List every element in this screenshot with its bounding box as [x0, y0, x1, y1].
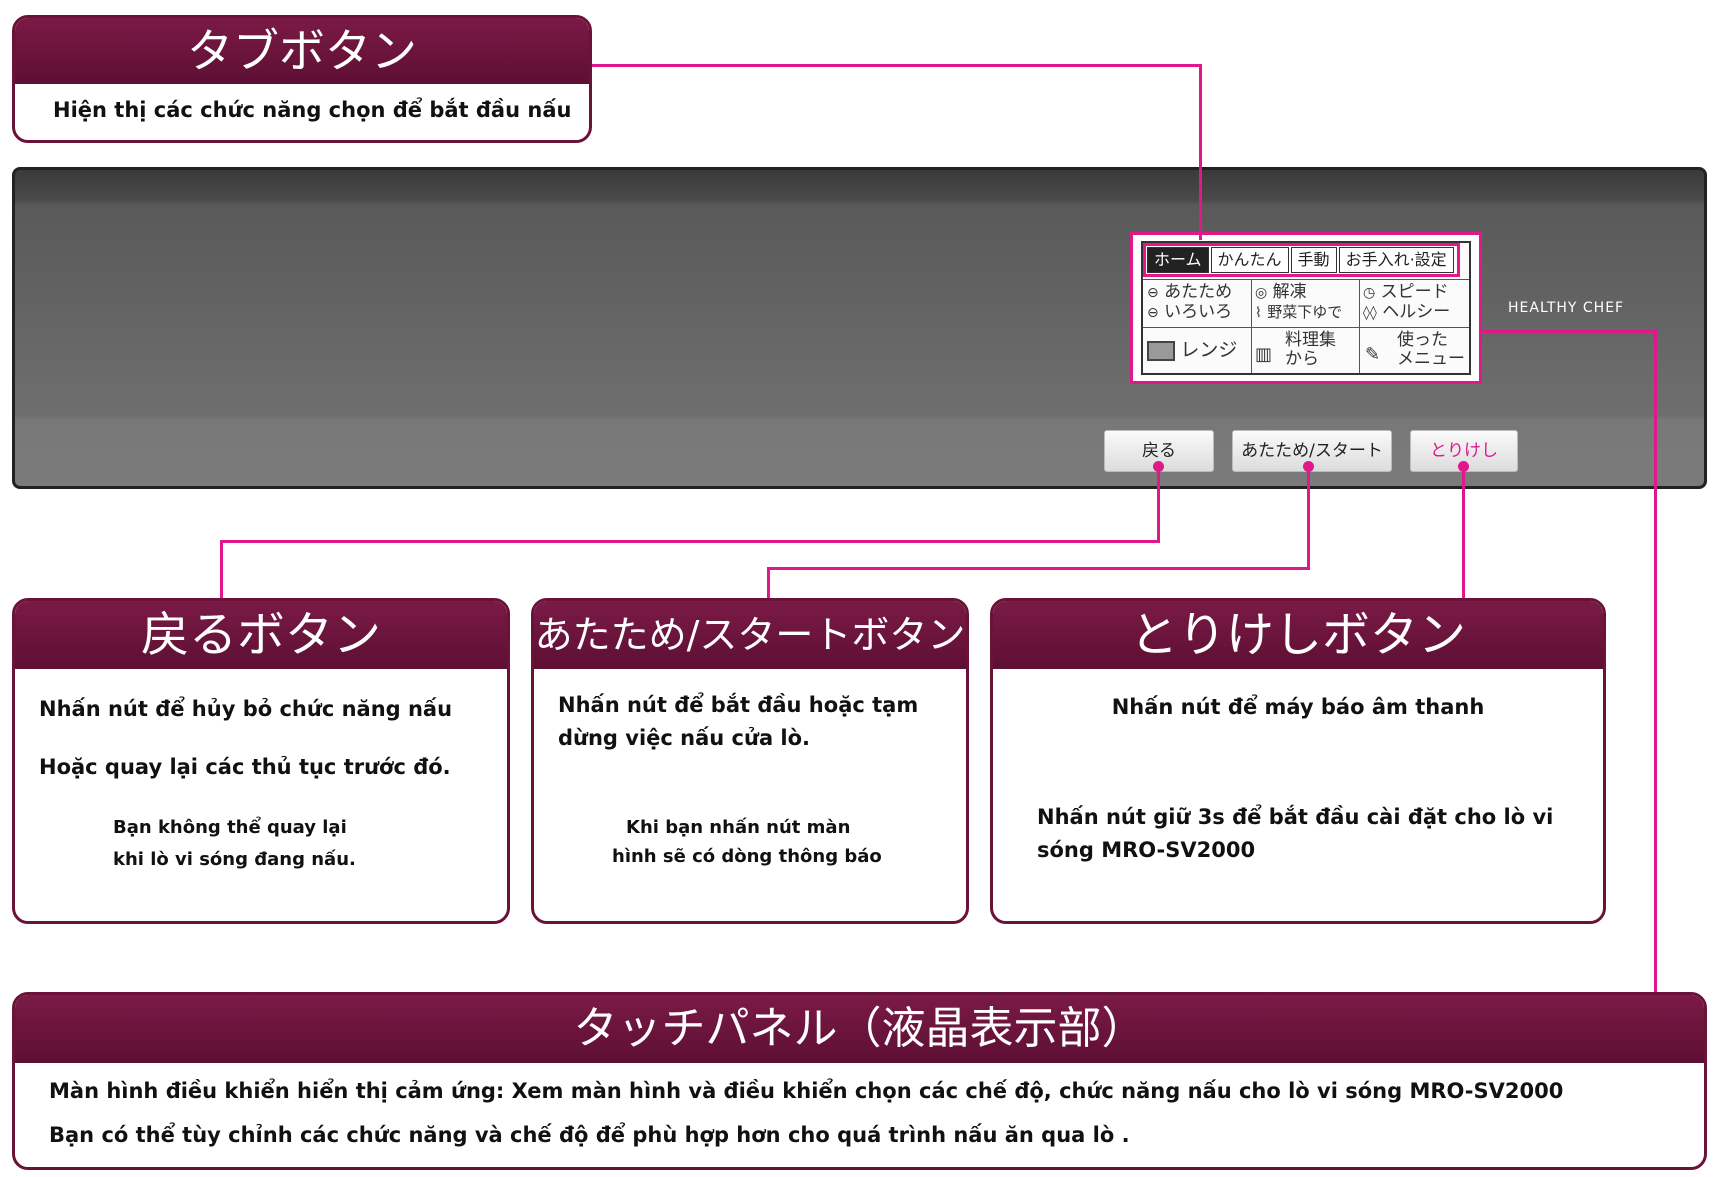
- connector-line: [1199, 64, 1202, 240]
- connector-line: [767, 567, 1310, 570]
- menu-used-label-1: 使った: [1397, 330, 1448, 350]
- menu-recipe-label-2: から: [1285, 349, 1319, 369]
- tab-easy[interactable]: かんたん: [1210, 247, 1289, 273]
- start-button-callout: あたため/スタートボタン Nhấn nút để bắt đầu hoặc tạ…: [531, 598, 969, 924]
- cancel-button-title: とりけしボタン: [993, 601, 1603, 669]
- vegetable-icon: ⌇: [1255, 305, 1262, 321]
- connector-line: [220, 540, 223, 598]
- start-button-note-2: hình sẽ có dòng thông báo: [612, 846, 882, 867]
- grid-divider: [1251, 279, 1252, 373]
- start-button-note-1: Khi bạn nhấn nút màn: [626, 817, 851, 838]
- menu-warm-label-2: いろいろ: [1164, 302, 1233, 322]
- menu-range[interactable]: レンジ: [1147, 341, 1249, 361]
- menu-speed-label: スピード: [1380, 282, 1449, 302]
- cancel-button-callout: とりけしボタン Nhấn nút để máy báo âm thanh Nhấ…: [990, 598, 1606, 924]
- connector-line: [1157, 466, 1160, 542]
- touch-panel-title: タッチパネル（液晶表示部）: [15, 995, 1704, 1063]
- connector-line: [1307, 466, 1310, 569]
- meat-icon: ◎: [1255, 285, 1268, 301]
- tab-bar: ホーム かんたん 手動 お手入れ·設定: [1143, 243, 1460, 277]
- menu-defrost-label-2: 野菜下ゆで: [1267, 303, 1343, 321]
- brand-label: HEALTHY CHEF: [1508, 300, 1625, 316]
- back-button-title: 戻るボタン: [15, 601, 507, 669]
- grid-divider: [1143, 279, 1469, 280]
- start-button-text-2: dừng việc nấu cửa lò.: [558, 726, 811, 750]
- tab-button-callout: タブボタン Hiện thị các chức năng chọn để bắt…: [12, 15, 592, 143]
- cancel-button-text-1: Nhấn nút để máy báo âm thanh: [1111, 695, 1485, 719]
- menu-healthy-label: ヘルシー: [1382, 302, 1451, 322]
- connector-line: [1462, 466, 1465, 598]
- menu-defrost-label-1: 解凍: [1272, 282, 1307, 302]
- pot-icon: ⊖: [1147, 285, 1159, 301]
- grid-divider: [1143, 327, 1469, 328]
- bowl-icon: ⊖: [1147, 305, 1159, 321]
- touch-panel-text-1: Màn hình điều khiển hiển thị cảm ứng: Xe…: [49, 1079, 1564, 1103]
- menu-recipe-label-1: 料理集: [1285, 330, 1336, 350]
- touch-panel-screen[interactable]: ホーム かんたん 手動 お手入れ·設定 ⊖ あたため ⊖ いろいろ ◎ 解凍 ⌇…: [1130, 232, 1482, 384]
- menu-range-label: レンジ: [1180, 339, 1238, 361]
- start-button-text-1: Nhấn nút để bắt đầu hoặc tạm: [558, 693, 919, 717]
- cancel-button-text-2: Nhấn nút giữ 3s để bắt đầu cài đặt cho l…: [1037, 805, 1554, 829]
- back-button-note-1: Bạn không thể quay lại: [113, 817, 347, 838]
- back-button-text-1: Nhấn nút để hủy bỏ chức năng nấu: [39, 697, 453, 721]
- connector-line: [1654, 330, 1657, 992]
- tab-manual[interactable]: 手動: [1290, 247, 1337, 273]
- start-button-title: あたため/スタートボタン: [534, 601, 966, 669]
- book-icon: ▥: [1255, 344, 1273, 365]
- back-button-callout: 戻るボタン Nhấn nút để hủy bỏ chức năng nấu H…: [12, 598, 510, 924]
- back-button-text-2: Hoặc quay lại các thủ tục trước đó.: [39, 755, 451, 779]
- tab-home[interactable]: ホーム: [1147, 247, 1209, 273]
- lcd-display: ホーム かんたん 手動 お手入れ·設定 ⊖ あたため ⊖ いろいろ ◎ 解凍 ⌇…: [1141, 241, 1471, 375]
- connector-line: [220, 540, 1160, 543]
- pencil-icon: ✎: [1365, 344, 1381, 365]
- grid-divider: [1359, 279, 1360, 373]
- tab-button-description: Hiện thị các chức năng chọn để bắt đầu n…: [53, 98, 572, 122]
- microwave-icon: [1147, 341, 1175, 361]
- timer-icon: ◷: [1363, 285, 1376, 301]
- menu-warm-various[interactable]: ⊖ あたため ⊖ いろいろ: [1147, 283, 1249, 323]
- drops-icon: ◊◊: [1363, 305, 1377, 321]
- back-button-note-2: khi lò vi sóng đang nấu.: [113, 849, 356, 870]
- connector-line: [1482, 330, 1657, 333]
- touch-panel-callout: タッチパネル（液晶表示部） Màn hình điều khiển hiển t…: [12, 992, 1707, 1170]
- tab-button-title: タブボタン: [15, 18, 589, 84]
- menu-speed-healthy[interactable]: ◷ スピード ◊◊ ヘルシー: [1363, 283, 1469, 323]
- menu-defrost[interactable]: ◎ 解凍 ⌇ 野菜下ゆで: [1255, 283, 1359, 323]
- menu-warm-label-1: あたため: [1164, 282, 1233, 302]
- menu-used-label-2: メニュー: [1397, 349, 1465, 369]
- cancel-button-text-3: sóng MRO-SV2000: [1037, 838, 1256, 862]
- touch-panel-text-2: Bạn có thể tùy chỉnh các chức năng và ch…: [49, 1123, 1130, 1147]
- tab-care-settings[interactable]: お手入れ·設定: [1338, 247, 1454, 273]
- connector-line: [592, 64, 1201, 67]
- connector-line: [767, 567, 770, 598]
